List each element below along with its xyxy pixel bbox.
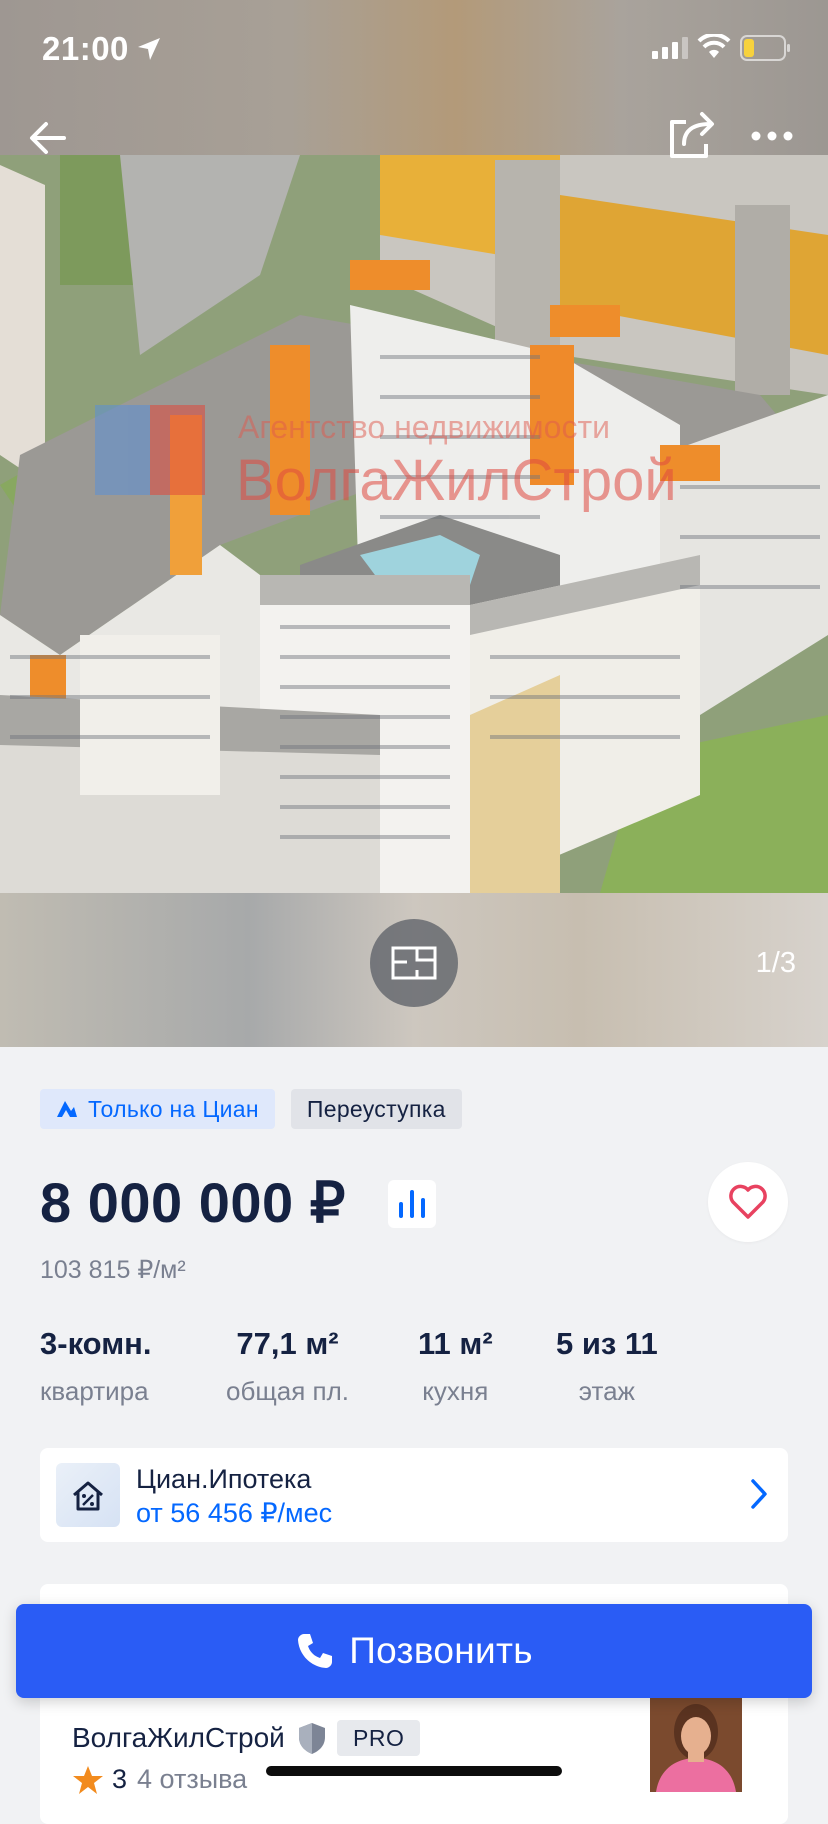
fact-value: 11 м² xyxy=(418,1326,493,1361)
share-button[interactable] xyxy=(664,108,720,164)
photo-counter: 1/3 xyxy=(755,947,796,979)
chevron-right-icon xyxy=(751,1479,767,1509)
fact-label: этаж xyxy=(578,1376,635,1406)
status-time: 21:00 xyxy=(42,30,129,67)
wifi-icon xyxy=(697,34,731,58)
star-icon xyxy=(73,1765,103,1794)
fact-label: кухня xyxy=(422,1376,489,1406)
fact-total-area: 77,1 м² общая пл. xyxy=(226,1326,349,1407)
fact-label: квартира xyxy=(40,1376,149,1406)
agent-name[interactable]: ВолгаЖилСтрой xyxy=(72,1722,285,1754)
location-arrow-icon xyxy=(138,38,160,60)
only-on-cian-label: Только на Циан xyxy=(88,1095,259,1122)
key-facts: 3-комн. квартира 77,1 м² общая пл. 11 м²… xyxy=(40,1326,800,1406)
signal-icon xyxy=(652,37,688,59)
watermark-line1: Агентство недвижимости xyxy=(238,409,610,445)
more-dots-icon xyxy=(751,131,793,141)
call-button-label: Позвонить xyxy=(349,1630,533,1671)
mortgage-monthly-payment: от 56 456 ₽/мес xyxy=(136,1498,333,1528)
reviews-count: 4 отзыва xyxy=(137,1764,248,1794)
share-icon xyxy=(670,112,714,158)
floor-plan-button[interactable] xyxy=(370,919,458,1007)
fact-rooms: 3-комн. квартира xyxy=(40,1326,151,1407)
only-on-cian-badge: Только на Циан xyxy=(40,1089,275,1129)
rating-value: 3 xyxy=(112,1764,128,1794)
price-per-square-meter: 103 815 ₽/м² xyxy=(40,1256,186,1284)
arrow-left-icon xyxy=(30,122,66,154)
fact-value: 77,1 м² xyxy=(236,1326,339,1361)
phone-icon xyxy=(298,1634,333,1668)
fact-value: 5 из 11 xyxy=(556,1326,658,1361)
reassignment-badge: Переуступка xyxy=(290,1089,462,1129)
back-button[interactable] xyxy=(24,114,72,162)
fact-value: 3-комн. xyxy=(40,1326,152,1361)
listing-photo[interactable]: Агентство недвижимости ВолгаЖилСтрой xyxy=(0,155,828,893)
floor-plan-icon xyxy=(391,946,437,980)
watermark-logo xyxy=(95,405,205,495)
pro-badge: PRO xyxy=(337,1720,421,1756)
price-history-button[interactable] xyxy=(388,1180,436,1228)
watermark-line2: ВолгаЖилСтрой xyxy=(236,448,677,513)
battery-icon xyxy=(740,35,790,61)
reassignment-label: Переуступка xyxy=(306,1095,446,1122)
status-bar: 21:00 xyxy=(0,0,828,100)
badges-row: Только на Циан Переуступка xyxy=(40,1089,462,1129)
agent-avatar[interactable] xyxy=(650,1696,742,1792)
cian-logo-icon xyxy=(57,1101,77,1117)
shield-icon xyxy=(299,1723,325,1754)
mortgage-house-icon xyxy=(56,1463,120,1527)
heart-icon xyxy=(729,1184,767,1219)
home-indicator xyxy=(266,1766,562,1776)
bar-chart-icon xyxy=(399,1190,425,1218)
favorite-button[interactable] xyxy=(708,1162,788,1242)
call-button[interactable]: Позвонить xyxy=(16,1604,812,1698)
price: 8 000 000 ₽ xyxy=(40,1171,346,1234)
fact-kitchen-area: 11 м² кухня xyxy=(418,1326,493,1407)
fact-floor: 5 из 11 этаж xyxy=(556,1326,658,1407)
photo-gallery[interactable]: Агентство недвижимости ВолгаЖилСтрой 21:… xyxy=(0,0,828,1047)
mortgage-card[interactable]: Циан.Ипотека от 56 456 ₽/мес xyxy=(40,1448,788,1542)
agent-rating[interactable]: 3 4 отзыва xyxy=(72,1764,247,1795)
fact-label: общая пл. xyxy=(226,1376,349,1406)
mortgage-title: Циан.Ипотека xyxy=(136,1464,312,1494)
more-options-button[interactable] xyxy=(748,118,800,154)
building-render-image: Агентство недвижимости ВолгаЖилСтрой xyxy=(0,155,828,893)
